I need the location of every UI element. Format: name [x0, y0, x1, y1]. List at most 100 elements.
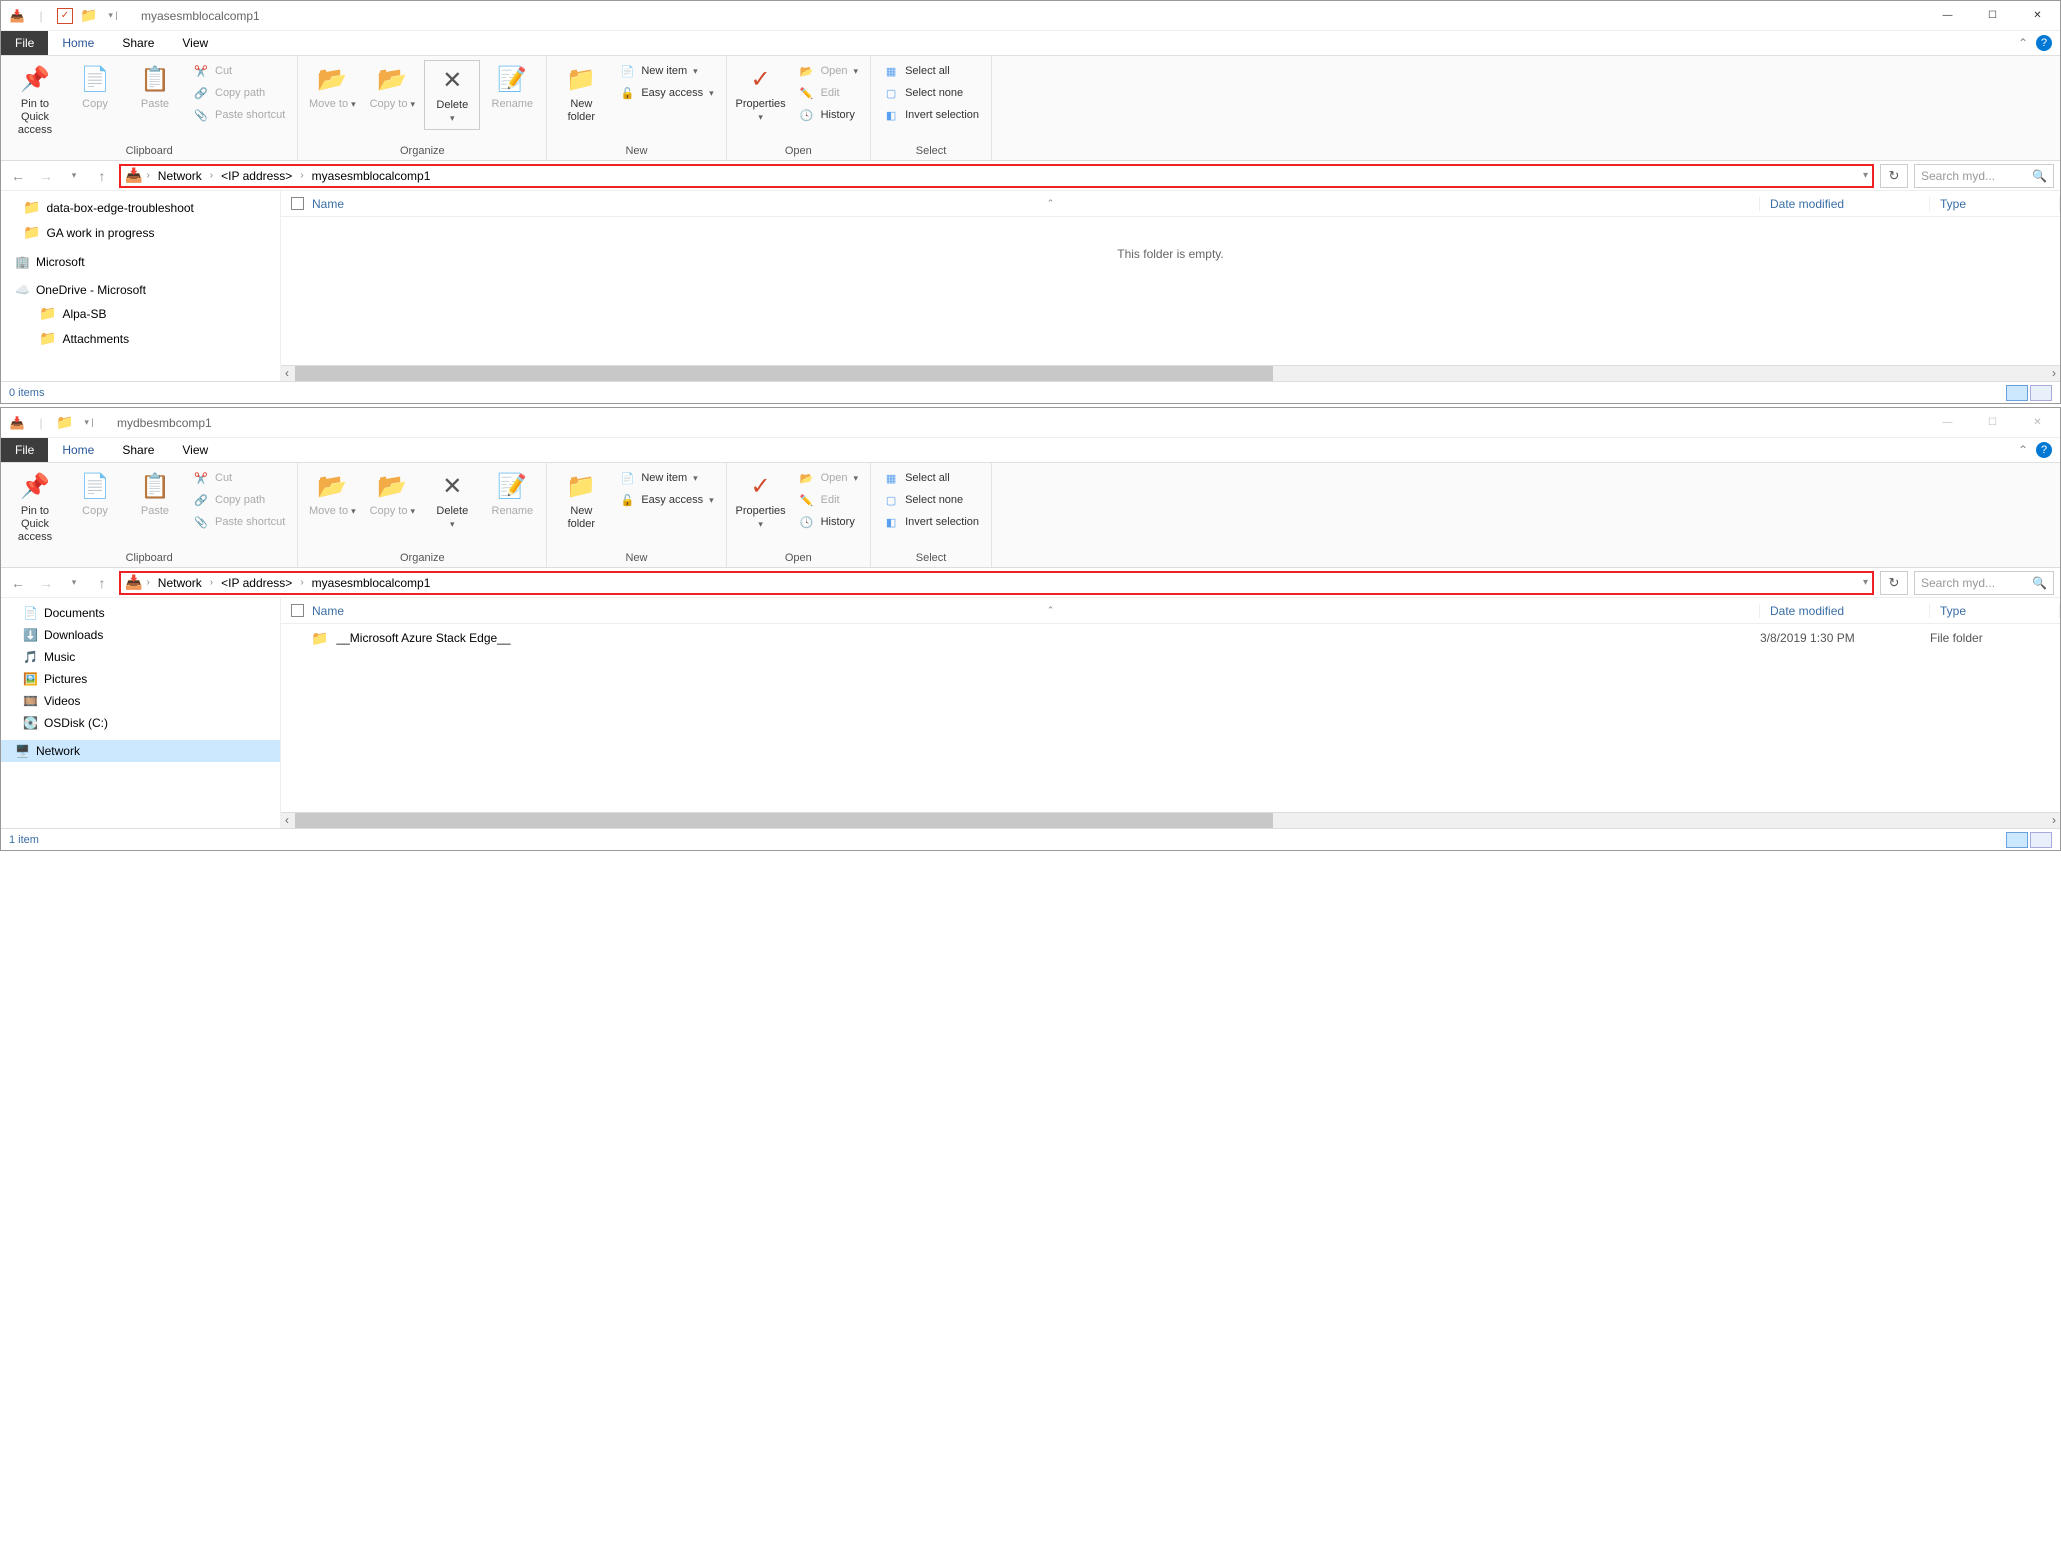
nav-back-button[interactable]: ← [7, 165, 29, 187]
select-all-button[interactable]: ▦Select all [881, 469, 981, 487]
paste-shortcut-button[interactable]: 📎Paste shortcut [191, 513, 287, 531]
navigation-pane[interactable]: 📄Documents ⬇️Downloads 🎵Music 🖼️Pictures… [1, 598, 281, 828]
nav-item[interactable]: 📁GA work in progress [1, 220, 280, 245]
rename-button[interactable]: 📝Rename [484, 60, 540, 115]
column-header-type[interactable]: Type [1930, 604, 2060, 618]
open-button[interactable]: 📂Open ▾ [797, 62, 860, 80]
help-icon[interactable]: ? [2036, 35, 2052, 51]
column-header-date[interactable]: Date modified [1760, 604, 1930, 618]
copy-button[interactable]: 📄 Copy [67, 60, 123, 115]
tab-home[interactable]: Home [48, 438, 108, 462]
collapse-ribbon-icon[interactable]: ⌃ [2018, 443, 2028, 457]
edit-button[interactable]: ✏️Edit [797, 84, 860, 102]
nav-item-microsoft[interactable]: 🏢Microsoft [1, 251, 280, 273]
column-header-type[interactable]: Type [1930, 197, 2060, 211]
details-view-button[interactable] [2006, 385, 2028, 401]
breadcrumb-network[interactable]: Network [154, 576, 206, 590]
copy-button[interactable]: 📄Copy [67, 467, 123, 522]
minimize-button[interactable]: — [1925, 408, 1970, 438]
properties-button[interactable]: ✓Properties▾ [733, 467, 789, 535]
nav-item[interactable]: 📁data-box-edge-troubleshoot [1, 195, 280, 220]
nav-forward-button[interactable]: → [35, 165, 57, 187]
chevron-right-icon[interactable]: › [300, 577, 303, 588]
open-button[interactable]: 📂Open ▾ [797, 469, 860, 487]
column-header-date[interactable]: Date modified [1760, 197, 1930, 211]
edit-button[interactable]: ✏️Edit [797, 491, 860, 509]
chevron-right-icon[interactable]: › [210, 170, 213, 181]
nav-recent-button[interactable]: ▾ [63, 165, 85, 187]
cut-button[interactable]: ✂️Cut [191, 469, 287, 487]
help-icon[interactable]: ? [2036, 442, 2052, 458]
nav-item-onedrive[interactable]: ☁️OneDrive - Microsoft [1, 279, 280, 301]
copy-path-button[interactable]: 🔗Copy path [191, 84, 287, 102]
qat-folder-icon[interactable]: 📁 [81, 8, 97, 24]
new-folder-button[interactable]: 📁New folder [553, 467, 609, 535]
paste-button[interactable]: 📋Paste [127, 467, 183, 522]
breadcrumb-network[interactable]: Network [154, 169, 206, 183]
paste-shortcut-button[interactable]: 📎Paste shortcut [191, 106, 287, 124]
tab-view[interactable]: View [168, 31, 222, 55]
easy-access-button[interactable]: 🔓Easy access ▾ [617, 491, 715, 509]
minimize-button[interactable]: — [1925, 1, 1970, 31]
select-all-button[interactable]: ▦Select all [881, 62, 981, 80]
chevron-right-icon[interactable]: › [146, 170, 149, 181]
qat-dropdown-icon[interactable]: ▾ | [105, 8, 121, 24]
new-folder-button[interactable]: 📁New folder [553, 60, 609, 128]
new-item-button[interactable]: 📄New item ▾ [617, 62, 715, 80]
qat-dropdown-icon[interactable]: ▾ | [81, 415, 97, 431]
address-bar[interactable]: 📥 › Network › <IP address> › myasesmbloc… [119, 164, 1874, 188]
move-to-button[interactable]: 📂Move to ▾ [304, 60, 360, 115]
breadcrumb-ip[interactable]: <IP address> [217, 576, 296, 590]
icons-view-button[interactable] [2030, 832, 2052, 848]
collapse-ribbon-icon[interactable]: ⌃ [2018, 36, 2028, 50]
horizontal-scrollbar[interactable]: ‹› [281, 812, 2060, 828]
dropdown-icon[interactable]: ▾ [1863, 170, 1868, 181]
easy-access-button[interactable]: 🔓Easy access ▾ [617, 84, 715, 102]
copy-to-button[interactable]: 📂Copy to ▾ [364, 467, 420, 522]
chevron-right-icon[interactable]: › [210, 577, 213, 588]
nav-item-downloads[interactable]: ⬇️Downloads [1, 624, 280, 646]
tab-view[interactable]: View [168, 438, 222, 462]
nav-up-button[interactable]: ↑ [91, 572, 113, 594]
tab-file[interactable]: File [1, 31, 48, 55]
nav-item-documents[interactable]: 📄Documents [1, 602, 280, 624]
chevron-right-icon[interactable]: › [300, 170, 303, 181]
paste-button[interactable]: 📋 Paste [127, 60, 183, 115]
rename-button[interactable]: 📝Rename [484, 467, 540, 522]
nav-recent-button[interactable]: ▾ [63, 572, 85, 594]
delete-button[interactable]: ✕Delete▾ [424, 60, 480, 130]
breadcrumb-ip[interactable]: <IP address> [217, 169, 296, 183]
qat-folder-icon[interactable]: 📁 [57, 415, 73, 431]
maximize-button[interactable]: ☐ [1970, 408, 2015, 438]
select-all-checkbox[interactable] [291, 604, 304, 617]
select-all-checkbox[interactable] [291, 197, 304, 210]
qat-properties-icon[interactable]: ✓ [57, 8, 73, 24]
icons-view-button[interactable] [2030, 385, 2052, 401]
nav-item-network[interactable]: 🖥️Network [1, 740, 280, 762]
select-none-button[interactable]: ▢Select none [881, 84, 981, 102]
nav-item[interactable]: 📁Attachments [1, 326, 280, 351]
select-none-button[interactable]: ▢Select none [881, 491, 981, 509]
nav-forward-button[interactable]: → [35, 572, 57, 594]
refresh-button[interactable]: ↻ [1880, 164, 1908, 188]
history-button[interactable]: 🕓History [797, 106, 860, 124]
tab-share[interactable]: Share [108, 31, 168, 55]
navigation-pane[interactable]: 📁data-box-edge-troubleshoot 📁GA work in … [1, 191, 281, 381]
tab-home[interactable]: Home [48, 31, 108, 55]
copy-to-button[interactable]: 📂Copy to ▾ [364, 60, 420, 115]
search-input[interactable]: Search myd... 🔍 [1914, 164, 2054, 188]
new-item-button[interactable]: 📄New item ▾ [617, 469, 715, 487]
refresh-button[interactable]: ↻ [1880, 571, 1908, 595]
address-bar[interactable]: 📥 › Network › <IP address> › myasesmbloc… [119, 571, 1874, 595]
pin-to-quick-access-button[interactable]: 📌 Pin to Quick access [7, 60, 63, 142]
nav-item-videos[interactable]: 🎞️Videos [1, 690, 280, 712]
tab-file[interactable]: File [1, 438, 48, 462]
nav-item[interactable]: 📁Alpa-SB [1, 301, 280, 326]
nav-item-osdisk[interactable]: 💽OSDisk (C:) [1, 712, 280, 734]
copy-path-button[interactable]: 🔗Copy path [191, 491, 287, 509]
breadcrumb-folder[interactable]: myasesmblocalcomp1 [308, 169, 435, 183]
history-button[interactable]: 🕓History [797, 513, 860, 531]
column-header-name[interactable]: Name⌃ [281, 604, 1760, 618]
move-to-button[interactable]: 📂Move to ▾ [304, 467, 360, 522]
invert-selection-button[interactable]: ◧Invert selection [881, 106, 981, 124]
